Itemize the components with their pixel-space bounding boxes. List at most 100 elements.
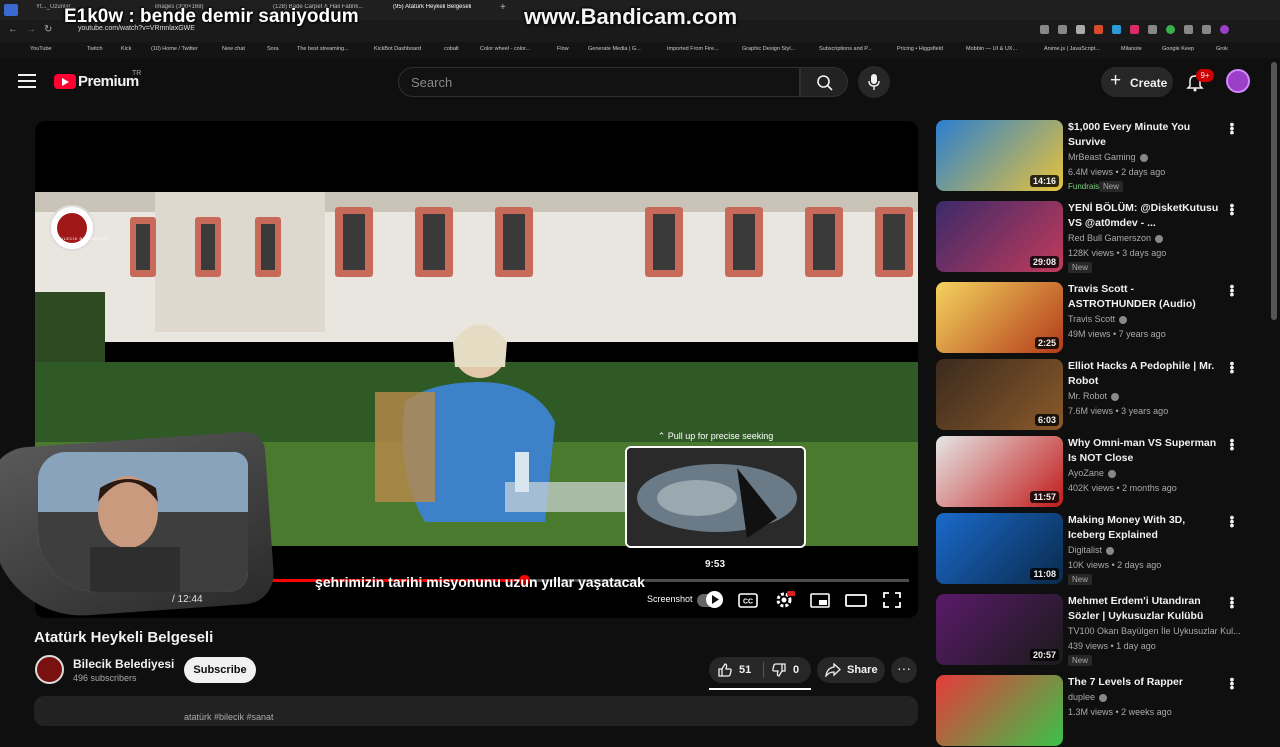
menu-icon[interactable] (18, 74, 36, 88)
video-title[interactable]: $1,000 Every Minute You Survive (1068, 120, 1224, 150)
verified-icon (1107, 469, 1116, 478)
create-button[interactable]: + Create (1101, 67, 1173, 97)
forward-icon[interactable]: → (26, 24, 36, 35)
bookmark[interactable]: Kick (121, 46, 131, 52)
video-thumbnail[interactable] (936, 675, 1063, 746)
bookmark[interactable]: Grok (1216, 46, 1228, 52)
recommended-video[interactable]: 20:57 Mehmet Erdem'i Utandıran Sözler | U… (936, 591, 1256, 666)
video-thumbnail[interactable]: 2:25 (936, 282, 1063, 353)
account-avatar[interactable] (1226, 69, 1250, 93)
video-title[interactable]: YENİ BÖLÜM: @DisketKutusu VS @at0mdev - … (1068, 201, 1224, 231)
bookmark[interactable]: The best streaming... (297, 46, 349, 52)
bookmark[interactable]: Milanote (1121, 46, 1142, 52)
video-title[interactable]: The 7 Levels of Rapper (1068, 675, 1224, 690)
channel-name[interactable]: Digitalist (1068, 545, 1115, 555)
extension-toolbar[interactable] (1040, 25, 1260, 35)
new-tab-button[interactable]: + (500, 2, 510, 14)
search-icon (817, 75, 833, 91)
reload-icon[interactable]: ↻ (44, 24, 52, 35)
bookmark[interactable]: Pricing • Higgsfield (897, 46, 943, 52)
back-icon[interactable]: ← (8, 24, 18, 35)
bookmark[interactable]: (10) Home / Twitter (151, 46, 198, 52)
channel-name[interactable]: MrBeast Gaming (1068, 152, 1148, 162)
channel-name[interactable]: Mr. Robot (1068, 391, 1120, 401)
channel-name[interactable]: duplee (1068, 692, 1108, 702)
bookmark[interactable]: Imported From Fire... (667, 46, 719, 52)
bookmarks-bar: YouTube Twitch Kick (10) Home / Twitter … (0, 42, 1280, 58)
bookmark[interactable]: Subscriptions and P... (819, 46, 872, 52)
recommended-video[interactable]: 2:25 Travis Scott - ASTROTHUNDER (Audio) T… (936, 279, 1256, 354)
video-thumbnail[interactable]: 14:16 (936, 120, 1063, 191)
voice-search-button[interactable] (858, 66, 890, 98)
recommended-video[interactable]: 11:57 Why Omni-man VS Superman Is NOT Clo… (936, 433, 1256, 508)
watermark-caption: BİLECİK BELEDİYESİ (59, 236, 108, 241)
precise-seek-label: Pull up for precise seeking (667, 431, 774, 441)
description-box[interactable]: atatürk #bilecik #sanat (34, 696, 918, 726)
bookmark[interactable]: Generate Media | G... (588, 46, 641, 52)
bookmark[interactable]: KickBot Dashboard (374, 46, 421, 52)
channel-name[interactable]: Red Bull Gamerszon (1068, 233, 1164, 243)
video-title[interactable]: Travis Scott - ASTROTHUNDER (Audio) (1068, 282, 1224, 312)
kebab-icon[interactable]: • • • (1228, 356, 1236, 378)
like-button[interactable]: 51 (717, 661, 761, 679)
video-title[interactable]: Mehmet Erdem'i Utandıran Sözler | Uykusu… (1068, 594, 1224, 624)
more-icon[interactable]: ··· (891, 657, 917, 683)
bookmark[interactable]: Sora (267, 46, 279, 52)
search-button[interactable] (800, 67, 848, 97)
captions-icon[interactable]: CC (737, 591, 759, 609)
play-icon[interactable] (706, 591, 723, 608)
kebab-icon[interactable]: • • • (1228, 510, 1236, 532)
recommended-video[interactable]: 14:16 $1,000 Every Minute You Survive MrBe… (936, 117, 1256, 192)
channel-name[interactable]: TV100 Okan Bayülgen İle Uykusuzlar Kul..… (1068, 626, 1241, 636)
video-title[interactable]: Why Omni-man VS Superman Is NOT Close (1068, 436, 1224, 466)
channel-name[interactable]: Bilecik Belediyesi (73, 657, 174, 671)
channel-name[interactable]: AyoZane (1068, 468, 1116, 478)
screenshot-label: Screenshot (647, 594, 693, 604)
video-title[interactable]: Making Money With 3D, Iceberg Explained (1068, 513, 1224, 543)
bookmark[interactable]: Flow (557, 46, 569, 52)
bookmark[interactable]: Google Keep (1162, 46, 1194, 52)
notification-badge: 9+ (1196, 69, 1214, 82)
bookmark[interactable]: Anime.js | JavaScript... (1044, 46, 1100, 52)
seek-preview-thumbnail (625, 446, 806, 548)
bookmark[interactable]: YouTube (30, 46, 52, 52)
video-title[interactable]: Elliot Hacks A Pedophile | Mr. Robot (1068, 359, 1224, 389)
bookmark[interactable]: New chat (222, 46, 245, 52)
recommended-video[interactable]: 11:08 Making Money With 3D, Iceberg Expla… (936, 510, 1256, 585)
miniplayer-icon[interactable] (809, 591, 831, 609)
video-thumbnail[interactable]: 11:08 (936, 513, 1063, 584)
theater-icon[interactable] (845, 591, 867, 609)
kebab-icon[interactable]: • • • (1228, 591, 1236, 613)
recommended-video[interactable]: 29:08 YENİ BÖLÜM: @DisketKutusu VS @at0md… (936, 198, 1256, 273)
extension-icon[interactable] (4, 4, 18, 16)
kebab-icon[interactable]: • • • (1228, 433, 1236, 455)
share-button[interactable]: Share (817, 657, 885, 683)
channel-label: TV100 Okan Bayülgen İle Uykusuzlar Kul..… (1068, 626, 1241, 636)
video-thumbnail[interactable]: 11:57 (936, 436, 1063, 507)
subscribe-button[interactable]: Subscribe (184, 657, 256, 683)
kebab-icon[interactable]: • • • (1228, 672, 1236, 694)
like-divider (763, 662, 764, 678)
channel-name[interactable]: Travis Scott (1068, 314, 1128, 324)
kebab-icon[interactable]: • • • (1228, 198, 1236, 220)
recommended-video[interactable]: 6:03 Elliot Hacks A Pedophile | Mr. Robot… (936, 356, 1256, 431)
kebab-icon[interactable]: • • • (1228, 279, 1236, 301)
dislike-button[interactable]: 0 (771, 661, 807, 679)
bookmark[interactable]: Graphic Design Styl... (742, 46, 795, 52)
kebab-icon[interactable]: • • • (1228, 117, 1236, 139)
browser-tab-active[interactable]: (95) Atatürk Heykeli Belgeseli (393, 4, 489, 16)
bookmark[interactable]: Mobbin — UI & UX... (966, 46, 1017, 52)
video-thumbnail[interactable]: 20:57 (936, 594, 1063, 665)
video-thumbnail[interactable]: 6:03 (936, 359, 1063, 430)
channel-watermark-logo (49, 205, 95, 251)
channel-avatar[interactable] (35, 655, 64, 684)
bookmark[interactable]: Color wheel - color... (480, 46, 530, 52)
settings-icon[interactable] (773, 591, 795, 609)
search-input[interactable] (411, 75, 771, 90)
fullscreen-icon[interactable] (881, 591, 903, 609)
page-scrollbar[interactable] (1271, 62, 1277, 320)
bookmark[interactable]: Twitch (87, 46, 103, 52)
video-thumbnail[interactable]: 29:08 (936, 201, 1063, 272)
recommended-video[interactable]: The 7 Levels of Rapper duplee 1.3M views •… (936, 672, 1256, 747)
bookmark[interactable]: cobalt (444, 46, 459, 52)
